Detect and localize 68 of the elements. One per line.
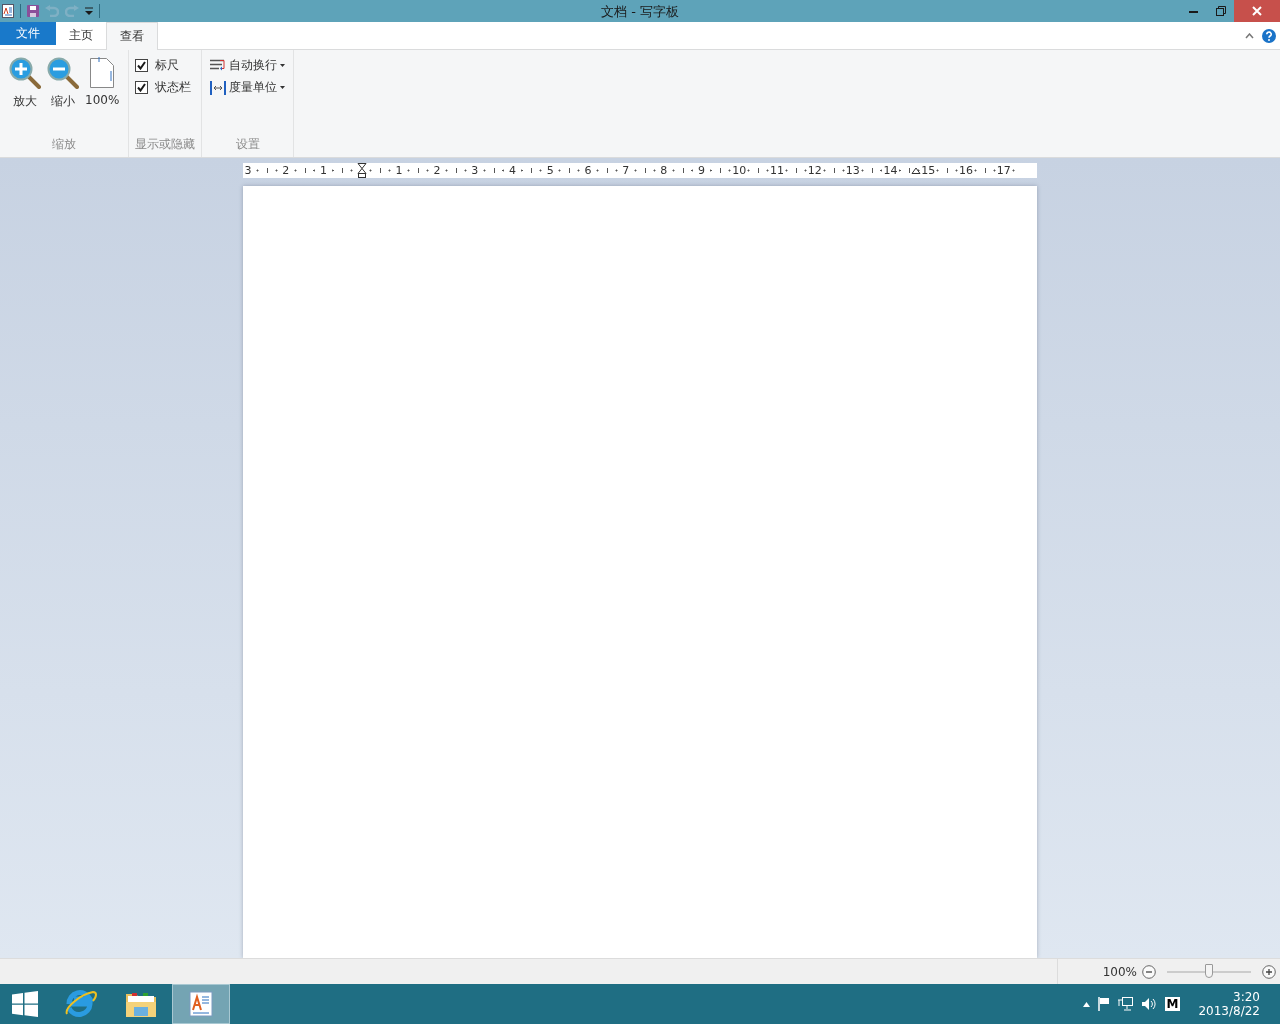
ruler-number: 1 xyxy=(320,164,327,177)
show-hidden-icons-icon[interactable] xyxy=(1082,1001,1090,1007)
zoom-out-icon[interactable] xyxy=(1142,964,1156,979)
dropdown-button[interactable]: 度量单位 xyxy=(208,78,288,97)
group-label: 显示或隐藏 xyxy=(135,136,196,153)
ribbon-tab[interactable]: 查看 xyxy=(106,22,158,50)
ruler-number: 13 xyxy=(845,164,860,177)
ruler-number: 8 xyxy=(660,164,668,177)
save-icon[interactable] xyxy=(27,5,39,17)
ruler-number: 15 xyxy=(921,164,936,177)
ruler-number: 2 xyxy=(282,164,290,177)
ribbon-button[interactable]: 100% xyxy=(82,55,123,136)
ribbon-button[interactable]: 放大 xyxy=(6,55,44,136)
restore-icon xyxy=(1215,6,1226,16)
network-icon[interactable] xyxy=(1117,997,1133,1011)
checkbox-label: 状态栏 xyxy=(155,79,192,96)
browser-icon xyxy=(65,989,97,1019)
indent-marker[interactable] xyxy=(357,163,367,178)
clock-time[interactable]: 3:20 xyxy=(1233,990,1260,1004)
ruler-number: 14 xyxy=(883,164,898,177)
ruler-number: 2 xyxy=(433,164,441,177)
app-icon[interactable] xyxy=(2,4,14,18)
collapse-ribbon-icon[interactable] xyxy=(1245,32,1254,39)
taskbar-button[interactable] xyxy=(172,984,230,1024)
file-tab[interactable]: 文件 xyxy=(0,22,56,45)
ruler-number: 12 xyxy=(807,164,822,177)
ruler-number: 1 xyxy=(395,164,403,177)
close-button[interactable] xyxy=(1234,0,1280,22)
zoom-out-icon xyxy=(47,57,79,89)
wordpad-icon xyxy=(189,991,213,1017)
caret-icon xyxy=(280,64,286,67)
ruler-number: 17 xyxy=(996,164,1011,177)
folder-icon xyxy=(125,990,157,1018)
flag-icon[interactable] xyxy=(1097,997,1110,1011)
speaker-icon[interactable] xyxy=(1140,997,1157,1011)
zoom-in-icon[interactable] xyxy=(1262,964,1276,979)
checkbox[interactable] xyxy=(135,81,149,94)
ruler-number: 16 xyxy=(959,164,974,177)
checkbox-label: 标尺 xyxy=(155,57,180,74)
dropdown-button[interactable]: 自动换行 xyxy=(208,56,288,75)
ruler-number: 3 xyxy=(471,164,479,177)
customize-menu-icon[interactable] xyxy=(85,7,93,15)
page-icon xyxy=(89,57,116,89)
zoom-slider-thumb[interactable] xyxy=(1205,963,1213,978)
window-title: 文档 - 写字板 xyxy=(601,4,679,19)
ruler-number: 5 xyxy=(546,164,554,177)
minimize-icon xyxy=(1189,9,1198,13)
ruler-number: 9 xyxy=(697,164,705,177)
clock-date[interactable]: 2013/8/22 xyxy=(1198,1004,1260,1018)
input-method-indicator[interactable]: M xyxy=(1164,997,1181,1011)
ruler-number: 10 xyxy=(732,164,747,177)
ruler-number: 3 xyxy=(244,164,252,177)
close-icon xyxy=(1252,6,1262,16)
ruler-number: 7 xyxy=(622,164,630,177)
windows-logo-icon xyxy=(12,991,38,1017)
help-icon[interactable] xyxy=(1262,28,1276,43)
group-label: 缩放 xyxy=(51,136,78,153)
ruler-number: 4 xyxy=(508,164,516,177)
caret-icon xyxy=(280,86,286,89)
word-wrap-icon xyxy=(210,59,227,72)
ribbon-button[interactable]: 缩小 xyxy=(44,55,82,136)
zoom-level: 100% xyxy=(1102,964,1137,979)
zoom-in-icon xyxy=(9,57,41,89)
ruler-number: 6 xyxy=(584,164,592,177)
ruler-number: 11 xyxy=(770,164,785,177)
measurement-icon xyxy=(210,80,227,95)
checkbox[interactable] xyxy=(135,59,149,72)
group-label: 设置 xyxy=(234,136,261,153)
